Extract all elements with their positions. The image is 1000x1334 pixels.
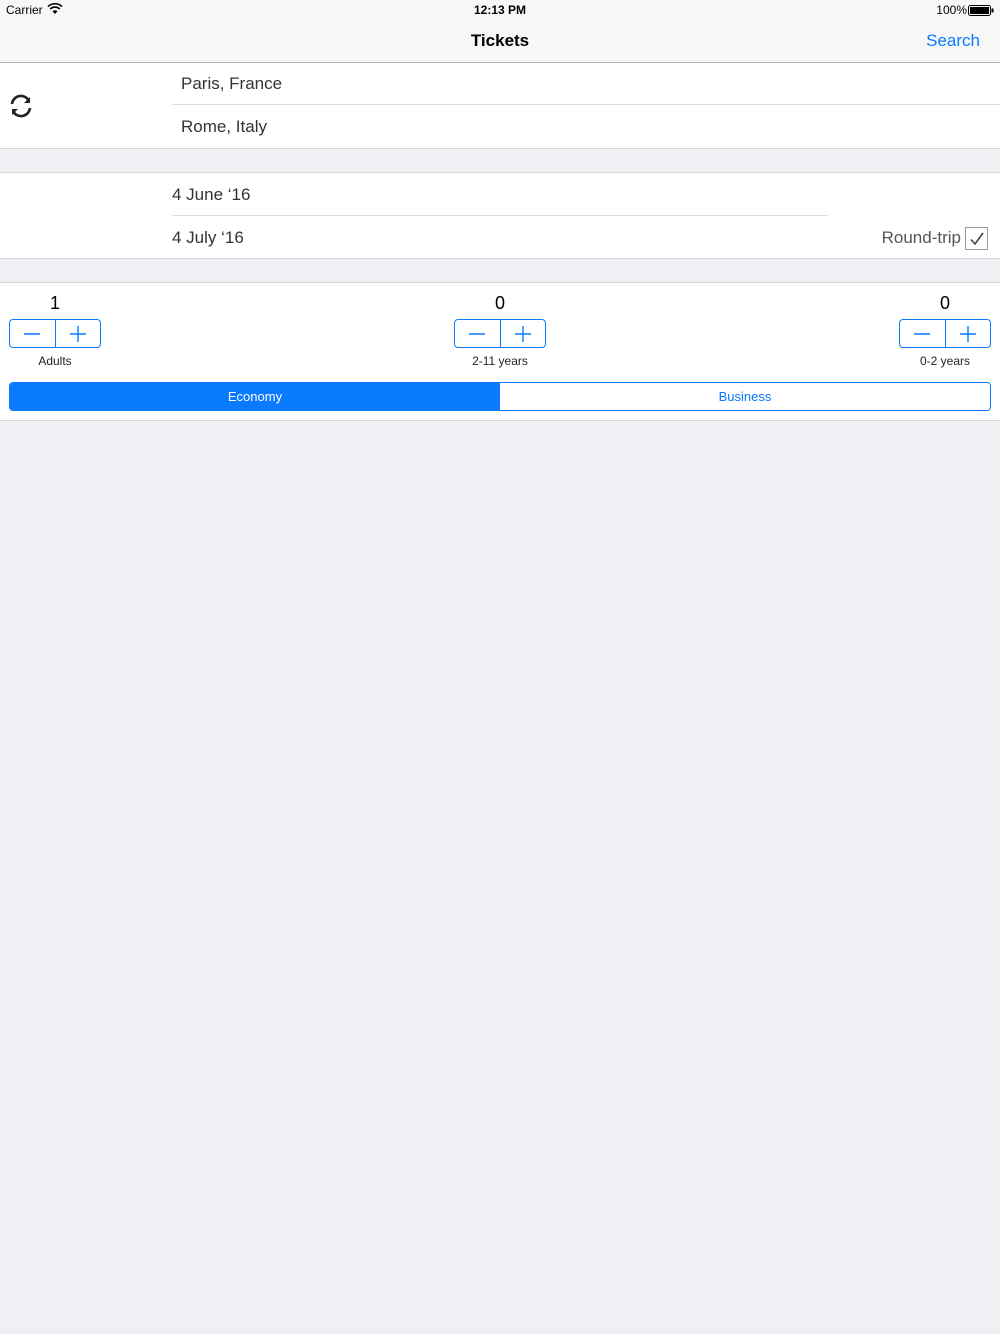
battery-icon [968,5,994,16]
infants-count: 0 [939,293,950,313]
children-stepper[interactable] [454,319,546,348]
checkmark-icon [970,232,984,246]
adults-minus-button[interactable] [10,320,56,347]
adults-group: 1 Adults [9,293,101,368]
segment-economy[interactable]: Economy [10,383,500,410]
status-bar: Carrier 12:13 PM 100% [0,0,1000,20]
navigation-bar: Tickets Search [0,20,1000,63]
minus-icon [469,332,486,335]
children-minus-button[interactable] [455,320,501,347]
children-count: 0 [494,293,505,313]
adults-stepper[interactable] [9,319,101,348]
passengers-section: 1 Adults 0 2-11 years 0 0-2 years Econom… [0,282,1000,421]
return-date-field[interactable]: 4 July ‘16 [172,216,828,259]
cabin-class-segmented-control[interactable]: Economy Business [9,382,991,411]
children-plus-button[interactable] [501,320,546,347]
children-label: 2-11 years [472,354,528,368]
plus-icon [959,325,976,342]
plus-icon [69,325,86,342]
infants-stepper[interactable] [899,319,991,348]
destination-field[interactable]: Rome, Italy [172,105,1000,148]
dates-section: 4 June ‘16 4 July ‘16 Round-trip [0,172,1000,259]
roundtrip-checkbox[interactable] [965,227,988,250]
infants-minus-button[interactable] [900,320,946,347]
minus-icon [914,332,931,335]
adults-plus-button[interactable] [56,320,101,347]
refresh-icon[interactable] [8,93,34,119]
battery-percentage: 100% [936,3,967,17]
infants-plus-button[interactable] [946,320,991,347]
segment-business[interactable]: Business [500,383,990,410]
plus-icon [514,325,531,342]
adults-label: Adults [38,354,72,368]
minus-icon [24,332,41,335]
status-time: 12:13 PM [473,3,527,17]
infants-group: 0 0-2 years [899,293,991,368]
search-button[interactable]: Search [926,31,980,51]
adults-count: 1 [49,293,60,313]
infants-label: 0-2 years [919,354,971,368]
page-title: Tickets [470,31,530,50]
children-group: 0 2-11 years [454,293,546,368]
origin-field[interactable]: Paris, France [172,63,1000,105]
departure-date-field[interactable]: 4 June ‘16 [172,173,828,216]
roundtrip-label: Round-trip [881,228,961,247]
route-section: Paris, France Rome, Italy [0,63,1000,149]
